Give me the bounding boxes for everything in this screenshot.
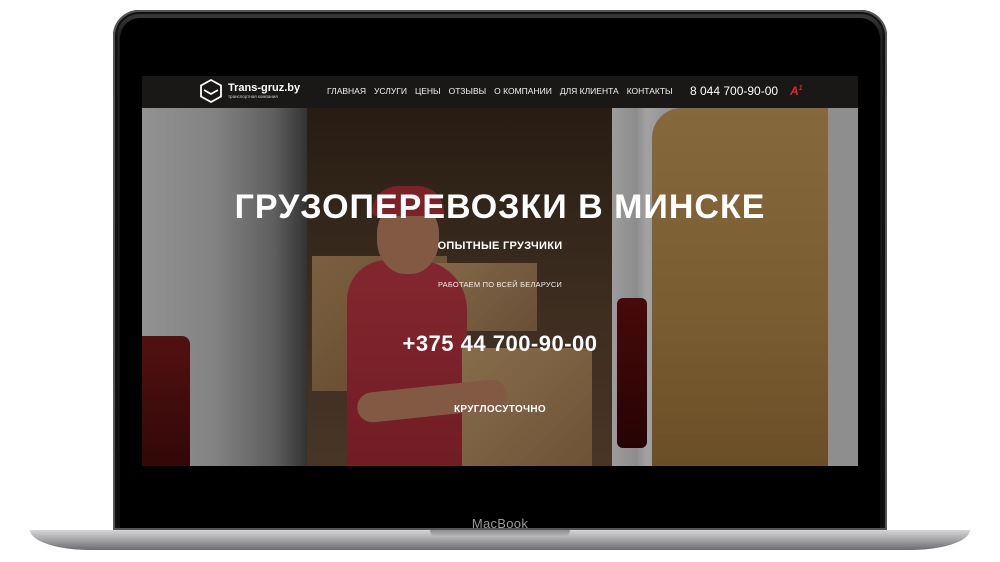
hero-coverage-text: РАБОТАЕМ ПО ВСЕЙ БЕЛАРУСИ: [437, 280, 563, 289]
nav-item-contacts[interactable]: КОНТАКТЫ: [627, 86, 673, 96]
laptop-notch: [430, 530, 570, 537]
nav-item-services[interactable]: УСЛУГИ: [374, 86, 407, 96]
hero-subtitle: ОПЫТНЫЕ ГРУЗЧИКИ: [437, 240, 563, 252]
logo-title: Trans-gruz.by: [228, 82, 301, 94]
header-phone-link[interactable]: 8 044 700-90-00: [690, 84, 778, 98]
operator-a1-icon: A1: [790, 84, 803, 98]
nav-item-reviews[interactable]: ОТЗЫВЫ: [449, 86, 487, 96]
site-header: Trans-gruz.by транспортная компания ГЛАВ…: [142, 76, 858, 108]
nav-item-about[interactable]: О КОМПАНИИ: [494, 86, 552, 96]
nav-item-home[interactable]: ГЛАВНАЯ: [327, 86, 366, 96]
nav-item-prices[interactable]: ЦЕНЫ: [415, 86, 441, 96]
device-brand-label: MacBook: [471, 516, 529, 531]
hero-hours-text: КРУГЛОСУТОЧНО: [454, 404, 546, 415]
nav-item-for-client[interactable]: ДЛЯ КЛИЕНТА: [560, 86, 619, 96]
box-logo-icon: [200, 79, 222, 103]
logo[interactable]: Trans-gruz.by транспортная компания: [200, 79, 300, 103]
screen: Trans-gruz.by транспортная компания ГЛАВ…: [142, 46, 858, 494]
hero-title: ГРУЗОПЕРЕВОЗКИ В МИНСКЕ: [234, 188, 766, 226]
hero-section: ГРУЗОПЕРЕВОЗКИ В МИНСКЕ ОПЫТНЫЕ ГРУЗЧИКИ…: [142, 108, 858, 466]
logo-subtitle: транспортная компания: [228, 94, 278, 99]
hero-phone-link[interactable]: +375 44 700-90-00: [142, 331, 858, 357]
main-nav: ГЛАВНАЯ УСЛУГИ ЦЕНЫ ОТЗЫВЫ О КОМПАНИИ ДЛ…: [327, 86, 673, 96]
